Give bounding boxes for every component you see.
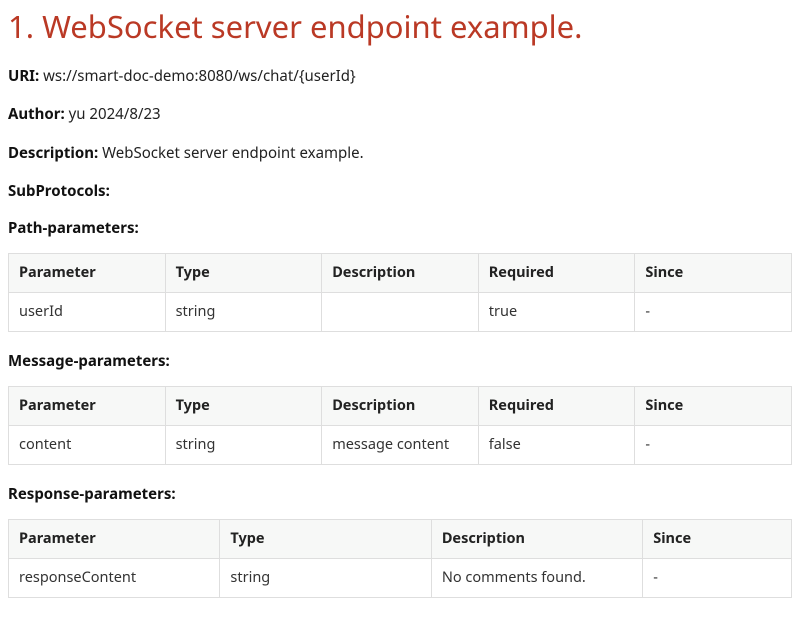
cell-parameter: responseContent	[9, 559, 220, 598]
col-type: Type	[165, 254, 322, 293]
cell-since: -	[635, 293, 792, 332]
page-title: 1. WebSocket server endpoint example.	[8, 8, 792, 47]
col-parameter: Parameter	[9, 387, 166, 426]
col-description: Description	[322, 387, 479, 426]
col-type: Type	[220, 520, 431, 559]
cell-parameter: userId	[9, 293, 166, 332]
table-row: content string message content false -	[9, 426, 792, 465]
table-row: responseContent string No comments found…	[9, 559, 792, 598]
cell-type: string	[220, 559, 431, 598]
col-required: Required	[478, 254, 635, 293]
message-parameters-label-text: Message-parameters:	[8, 351, 170, 371]
cell-type: string	[165, 293, 322, 332]
col-required: Required	[478, 387, 635, 426]
cell-required: false	[478, 426, 635, 465]
response-parameters-label: Response-parameters:	[8, 483, 792, 506]
cell-since: -	[635, 426, 792, 465]
col-since: Since	[635, 254, 792, 293]
table-header-row: Parameter Type Description Required Sinc…	[9, 387, 792, 426]
table-header-row: Parameter Type Description Since	[9, 520, 792, 559]
response-parameters-label-text: Response-parameters:	[8, 484, 176, 504]
description-line: Description: WebSocket server endpoint e…	[8, 142, 792, 165]
cell-description: No comments found.	[431, 559, 642, 598]
uri-label: URI:	[8, 66, 39, 86]
col-parameter: Parameter	[9, 254, 166, 293]
cell-required: true	[478, 293, 635, 332]
author-value: yu 2024/8/23	[69, 104, 161, 124]
cell-parameter: content	[9, 426, 166, 465]
cell-type: string	[165, 426, 322, 465]
col-since: Since	[635, 387, 792, 426]
path-parameters-label: Path-parameters:	[8, 217, 792, 240]
cell-description: message content	[322, 426, 479, 465]
path-parameters-label-text: Path-parameters:	[8, 218, 139, 238]
col-parameter: Parameter	[9, 520, 220, 559]
message-parameters-table: Parameter Type Description Required Sinc…	[8, 386, 792, 465]
subprotocols-label-text: SubProtocols:	[8, 181, 110, 201]
col-since: Since	[643, 520, 792, 559]
cell-description	[322, 293, 479, 332]
path-parameters-table: Parameter Type Description Required Sinc…	[8, 253, 792, 332]
author-label: Author:	[8, 104, 65, 124]
col-type: Type	[165, 387, 322, 426]
author-line: Author: yu 2024/8/23	[8, 103, 792, 126]
message-parameters-label: Message-parameters:	[8, 350, 792, 373]
description-label: Description:	[8, 143, 98, 163]
col-description: Description	[322, 254, 479, 293]
description-value: WebSocket server endpoint example.	[102, 143, 363, 163]
table-header-row: Parameter Type Description Required Sinc…	[9, 254, 792, 293]
table-row: userId string true -	[9, 293, 792, 332]
uri-line: URI: ws://smart-doc-demo:8080/ws/chat/{u…	[8, 65, 792, 88]
cell-since: -	[643, 559, 792, 598]
col-description: Description	[431, 520, 642, 559]
subprotocols-label: SubProtocols:	[8, 180, 792, 203]
uri-value: ws://smart-doc-demo:8080/ws/chat/{userId…	[43, 66, 356, 86]
